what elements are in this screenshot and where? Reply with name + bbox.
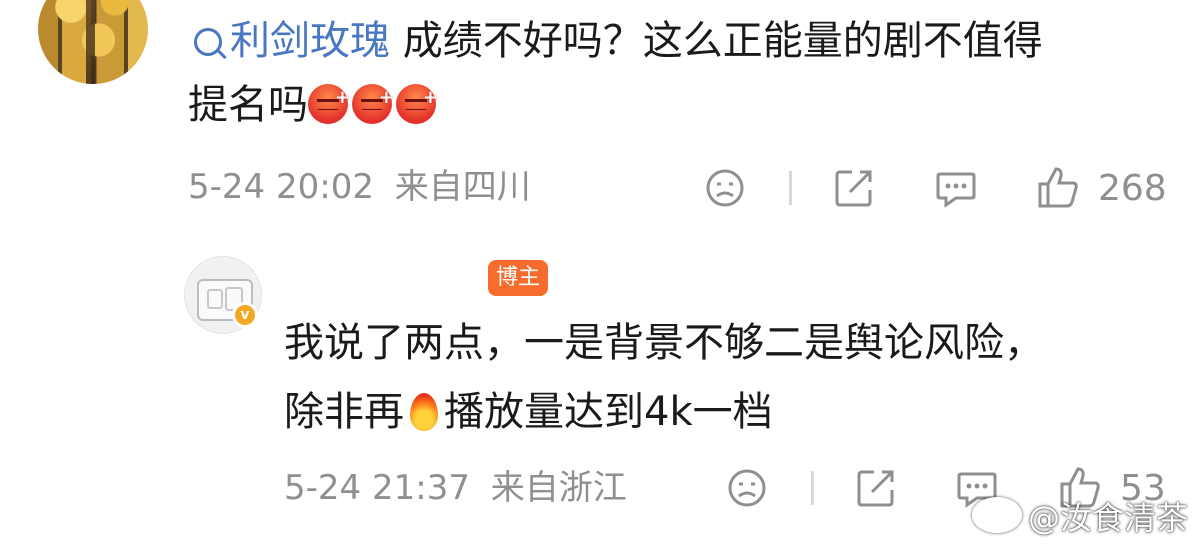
comment-text: 成绩不好吗？这么正能量的剧不值得 xyxy=(402,18,1043,64)
author-badge: 博主 xyxy=(488,260,549,296)
like-count: 268 xyxy=(1098,168,1167,209)
dislike-face-icon[interactable] xyxy=(704,167,746,209)
verified-badge-icon: v xyxy=(232,302,258,328)
weibo-logo-icon xyxy=(971,497,1022,533)
username[interactable]: 利剑玫瑰 xyxy=(230,18,390,64)
watermark: @汝食清茶 xyxy=(971,496,1188,540)
share-icon[interactable] xyxy=(832,166,876,210)
comment-text: 除非再 xyxy=(284,389,404,435)
comment-text: 提名吗 xyxy=(188,82,308,128)
share-icon[interactable] xyxy=(854,466,898,510)
divider xyxy=(811,471,814,505)
angry-face-emoji xyxy=(308,74,350,124)
comment-text: 我说了两点，一是背景不够二是舆论风险， xyxy=(284,320,1044,366)
search-icon xyxy=(194,28,222,56)
comment-text-line: 提名吗 xyxy=(188,74,440,129)
comment-meta: 5-24 20:02 来自四川 xyxy=(188,167,531,207)
watermark-text: @汝食清茶 xyxy=(1027,499,1188,537)
comment-text-line: 我说了两点，一是背景不够二是舆论风险， xyxy=(284,319,1044,367)
angry-face-emoji xyxy=(352,74,394,124)
like-thumb-icon[interactable] xyxy=(1036,164,1080,210)
comment-location: 来自浙江 xyxy=(490,468,627,508)
comment-date: 5-24 21:37 xyxy=(284,468,470,508)
comment-icon[interactable] xyxy=(934,168,978,210)
fire-emoji xyxy=(406,387,442,431)
angry-face-emoji xyxy=(396,74,438,124)
user-mention-link[interactable]: 利剑玫瑰 xyxy=(194,18,390,64)
dislike-face-icon[interactable] xyxy=(726,467,768,509)
comment-location: 来自四川 xyxy=(394,167,531,207)
divider xyxy=(789,171,792,205)
comment-date: 5-24 20:02 xyxy=(188,167,374,207)
comment-text-line: 利剑玫瑰 成绩不好吗？这么正能量的剧不值得 xyxy=(194,17,1043,65)
comment-text-line: 除非再 播放量达到4k一档 xyxy=(284,387,773,436)
avatar[interactable] xyxy=(38,0,148,84)
comment-meta: 5-24 21:37 来自浙江 xyxy=(284,468,627,508)
comment-text: 播放量达到4k一档 xyxy=(444,389,773,435)
